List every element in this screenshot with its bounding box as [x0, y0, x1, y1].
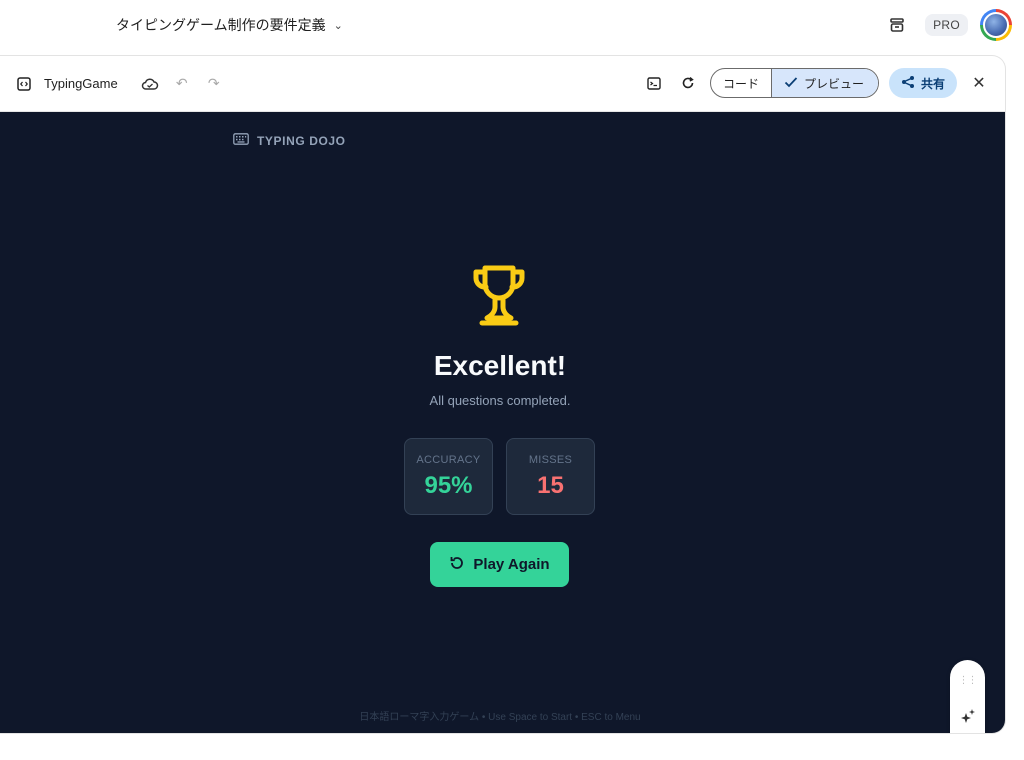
result-title: Excellent!	[433, 350, 567, 381]
share-label: 共有	[920, 76, 945, 91]
terminal-icon[interactable]	[642, 71, 666, 95]
brand: TYPING DOJO	[233, 133, 346, 148]
game-preview: TYPING DOJO Excellent! All questions com…	[0, 112, 1005, 733]
archive-icon[interactable]	[881, 9, 913, 41]
keyboard-icon	[233, 133, 249, 148]
refresh-icon[interactable]	[676, 71, 700, 95]
cloud-sync-icon[interactable]	[138, 72, 162, 96]
chat-title-dropdown[interactable]: タイピングゲーム制作の要件定義 ⌄	[116, 15, 343, 35]
misses-card: MISSES 15	[506, 438, 595, 515]
misses-value: 15	[537, 471, 564, 499]
sparkle-icon[interactable]	[958, 706, 978, 726]
accuracy-card: ACCURACY 95%	[404, 438, 493, 515]
accuracy-label: ACCURACY	[416, 453, 481, 466]
avatar[interactable]	[980, 9, 1012, 41]
share-button[interactable]: 共有	[888, 68, 957, 98]
play-again-button[interactable]: Play Again	[430, 542, 569, 587]
result-subtitle: All questions completed.	[429, 393, 571, 408]
restart-icon	[449, 555, 465, 575]
misses-label: MISSES	[528, 453, 573, 466]
drag-handle-icon[interactable]: ⋮⋮	[958, 670, 978, 690]
accuracy-value: 95%	[424, 471, 473, 499]
close-icon[interactable]: ✕	[967, 71, 991, 95]
undo-icon[interactable]: ↶	[170, 72, 194, 96]
chat-title: タイピングゲーム制作の要件定義	[116, 17, 326, 33]
code-file-icon	[12, 72, 36, 96]
top-right-actions: PRO	[881, 9, 1012, 41]
code-tab[interactable]: コード	[711, 69, 771, 97]
pro-badge: PRO	[925, 14, 968, 36]
chevron-down-icon: ⌄	[333, 19, 343, 32]
check-icon	[784, 76, 798, 91]
canvas-panel: TypingGame ↶ ↷ コード プレビュー 共有 ✕ TYPING DOJ…	[0, 55, 1006, 734]
play-again-label: Play Again	[473, 556, 550, 573]
share-icon	[901, 75, 915, 92]
preview-tab-label: プレビュー	[803, 76, 864, 91]
brand-name: TYPING DOJO	[257, 133, 346, 148]
trophy-icon	[469, 262, 529, 330]
app-name: TypingGame	[44, 76, 118, 91]
top-bar: タイピングゲーム制作の要件定義 ⌄ PRO	[0, 0, 1024, 52]
floating-toolbar: ⋮⋮	[950, 660, 985, 733]
footer-hint: 日本語ローマ字入力ゲーム • Use Space to Start • ESC …	[359, 712, 641, 723]
preview-tab[interactable]: プレビュー	[770, 69, 878, 97]
code-preview-toggle: コード プレビュー	[709, 68, 879, 98]
canvas-toolbar: TypingGame ↶ ↷ コード プレビュー 共有 ✕	[0, 56, 1005, 112]
redo-icon[interactable]: ↷	[202, 72, 226, 96]
